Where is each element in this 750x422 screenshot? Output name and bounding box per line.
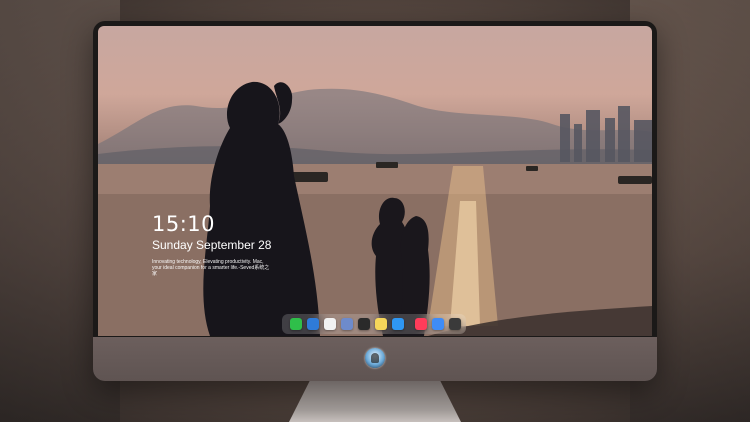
lock-time: 15:10 xyxy=(152,212,216,236)
movies-icon[interactable] xyxy=(358,318,370,330)
desktop-screen xyxy=(98,26,652,336)
notes-icon[interactable] xyxy=(375,318,387,330)
lock-slogan: Innovating technology, Elevating product… xyxy=(152,259,270,277)
lock-screen-clock: 15:10 Sunday September 28 Innovating tec… xyxy=(152,212,272,277)
folder-icon[interactable] xyxy=(432,318,444,330)
preview-icon[interactable] xyxy=(341,318,353,330)
lock-date: Sunday September 28 xyxy=(152,238,272,252)
dock-bar xyxy=(282,314,466,334)
messages-icon[interactable] xyxy=(290,318,302,330)
wallpaper-photo xyxy=(98,81,652,336)
finder-icon[interactable] xyxy=(307,318,319,330)
monitor-stand xyxy=(289,381,461,422)
brand-logo-icon xyxy=(365,348,385,368)
safari-icon[interactable] xyxy=(324,318,336,330)
music-icon[interactable] xyxy=(415,318,427,330)
camera-icon[interactable] xyxy=(449,318,461,330)
app-store-icon[interactable] xyxy=(392,318,404,330)
